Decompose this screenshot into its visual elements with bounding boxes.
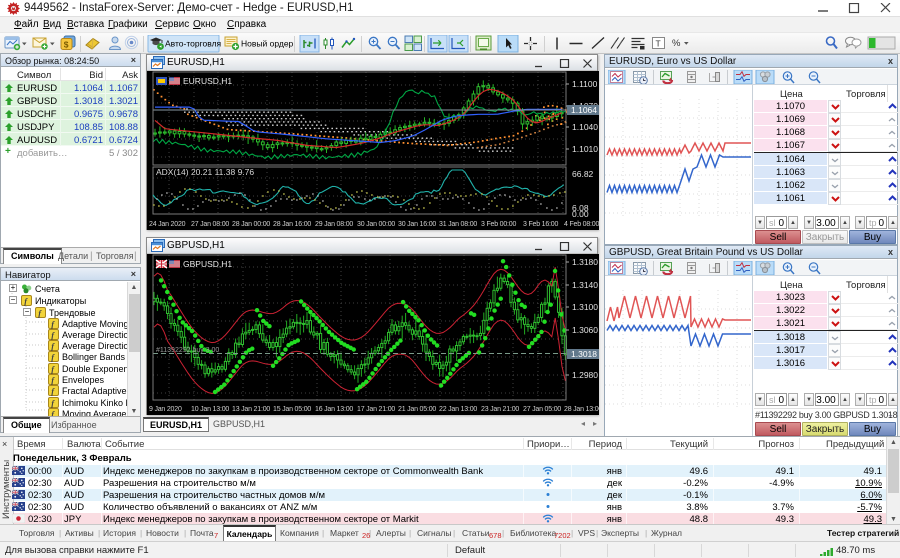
svg-text:16 Jan 13:00: 16 Jan 13:00 <box>315 406 353 413</box>
svg-text:%: % <box>672 38 681 49</box>
svg-text:ADX(14) 20.21 11.38 9.76: ADX(14) 20.21 11.38 9.76 <box>156 167 254 177</box>
svg-text:27 Jan 08:00: 27 Jan 08:00 <box>191 221 229 228</box>
svg-text:31 Jan 08:00: 31 Jan 08:00 <box>439 221 477 228</box>
svg-text:1.3018: 1.3018 <box>571 349 597 359</box>
svg-text:24 Jan 2020: 24 Jan 2020 <box>149 221 186 228</box>
svg-text:13 Jan 21:00: 13 Jan 21:00 <box>232 406 270 413</box>
svg-text:30 Jan 00:00: 30 Jan 00:00 <box>357 221 395 228</box>
svg-text:1.3140: 1.3140 <box>572 280 598 290</box>
svg-text:1.2980: 1.2980 <box>572 370 598 380</box>
svg-text:EURUSD,H1: EURUSD,H1 <box>183 76 232 86</box>
svg-text:23 Jan 21:00: 23 Jan 21:00 <box>481 406 519 413</box>
svg-text:1.1010: 1.1010 <box>572 144 598 154</box>
svg-text:1.1100: 1.1100 <box>572 79 598 89</box>
svg-text:#11392292 buy 3.00: #11392292 buy 3.00 <box>156 347 219 354</box>
svg-text:0.00: 0.00 <box>572 209 589 219</box>
svg-text:1.1040: 1.1040 <box>572 122 598 132</box>
svg-text:27 Jan 05:00: 27 Jan 05:00 <box>523 406 561 413</box>
svg-text:28 Jan 00:00: 28 Jan 00:00 <box>232 221 270 228</box>
svg-text:21 Jan 05:00: 21 Jan 05:00 <box>398 406 436 413</box>
svg-text:T: T <box>656 39 661 49</box>
svg-text:GBPUSD,H1: GBPUSD,H1 <box>183 259 232 269</box>
svg-text:29 Jan 08:00: 29 Jan 08:00 <box>315 221 353 228</box>
svg-text:Авто-торговля: Авто-торговля <box>165 38 222 48</box>
svg-text:17 Jan 21:00: 17 Jan 21:00 <box>357 406 395 413</box>
svg-text:15 Jan 05:00: 15 Jan 05:00 <box>273 406 311 413</box>
svg-text:22 Jan 13:00: 22 Jan 13:00 <box>439 406 477 413</box>
svg-text:1.3100: 1.3100 <box>572 302 598 312</box>
svg-text:30 Jan 16:00: 30 Jan 16:00 <box>398 221 436 228</box>
svg-text:28 Jan 16:00: 28 Jan 16:00 <box>273 221 311 228</box>
svg-text:1.3060: 1.3060 <box>572 325 598 335</box>
svg-text:10 Jan 13:00: 10 Jan 13:00 <box>191 406 229 413</box>
svg-text:1.1064: 1.1064 <box>571 105 597 115</box>
svg-text:66.82: 66.82 <box>572 169 594 179</box>
svg-text:3 Feb 16:00: 3 Feb 16:00 <box>523 221 558 228</box>
svg-text:3 Feb 00:00: 3 Feb 00:00 <box>481 221 516 228</box>
svg-text:Новый ордер: Новый ордер <box>241 38 294 48</box>
svg-text:1.3180: 1.3180 <box>572 257 598 267</box>
svg-text:28 Jan 13:00: 28 Jan 13:00 <box>564 406 599 413</box>
svg-text:$: $ <box>64 40 69 50</box>
svg-text:4 Feb 08:00: 4 Feb 08:00 <box>564 221 599 228</box>
svg-text:9 Jan 2020: 9 Jan 2020 <box>149 406 182 413</box>
